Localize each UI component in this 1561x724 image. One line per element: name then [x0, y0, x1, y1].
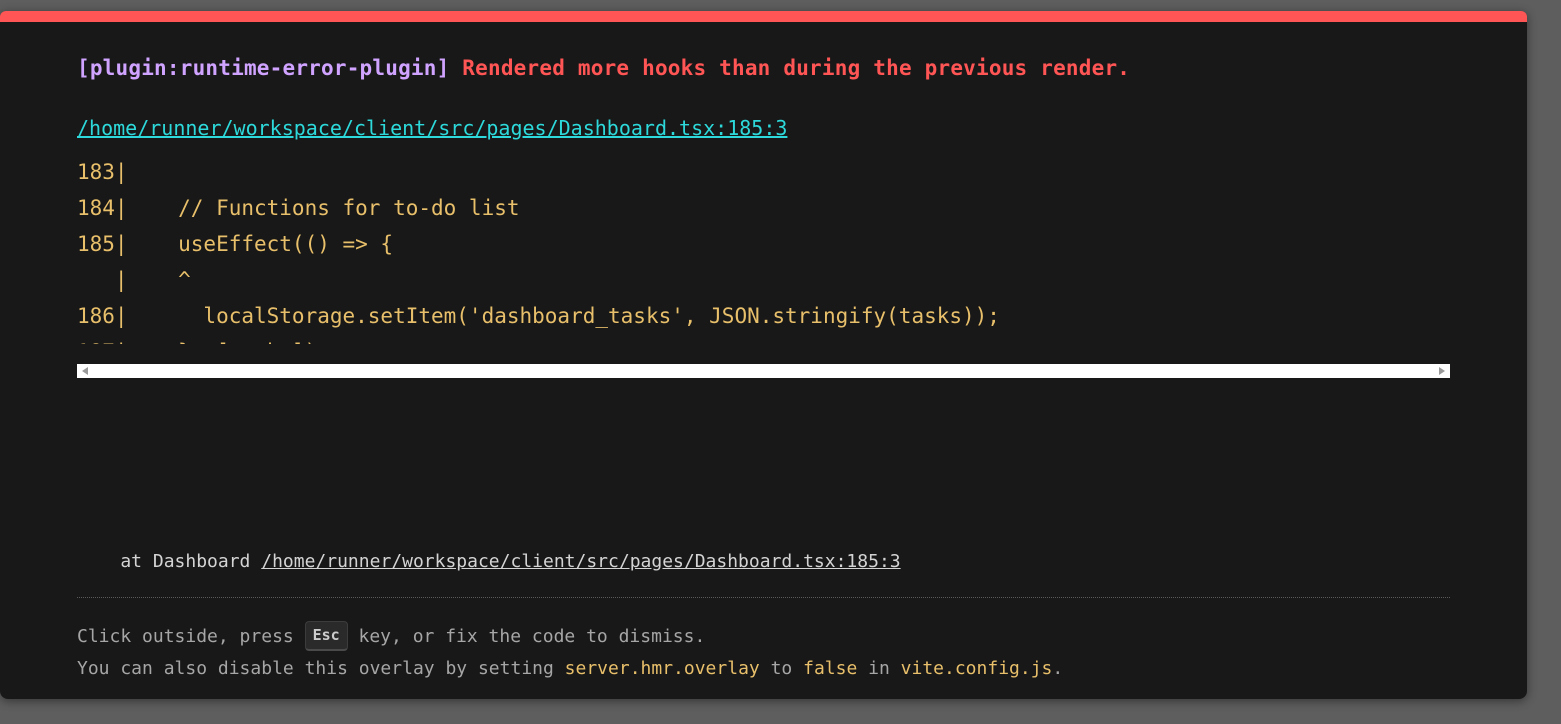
code-line: 187| }, [tasks]); [77, 334, 1450, 344]
dismiss-tip: Click outside, press Esc key, or fix the… [77, 621, 706, 652]
error-message-text: Rendered more hooks than during the prev… [462, 56, 1131, 80]
error-message: [plugin:runtime-error-plugin] Rendered m… [77, 56, 1130, 80]
tip-text: You can also disable this overlay by set… [77, 658, 565, 679]
code-frame: 183| 184| // Functions for to-do list 18… [77, 154, 1450, 344]
disable-overlay-tip: You can also disable this overlay by set… [77, 658, 1063, 679]
code-line: 183| [77, 160, 128, 184]
config-value-code: false [803, 658, 858, 679]
horizontal-scrollbar[interactable] [77, 364, 1450, 378]
code-line: 184| // Functions for to-do list [77, 196, 520, 220]
tip-text: to [759, 658, 804, 679]
config-file-code: vite.config.js [900, 658, 1053, 679]
stack-prefix: at Dashboard [77, 551, 262, 572]
error-overlay[interactable]: [plugin:runtime-error-plugin] Rendered m… [0, 11, 1527, 699]
stack-file-link[interactable]: /home/runner/workspace/client/src/pages/… [261, 551, 900, 572]
plugin-tag: [plugin:runtime-error-plugin] [77, 56, 450, 80]
scroll-left-arrow-icon[interactable] [82, 367, 88, 375]
stack-trace: at Dashboard /home/runner/workspace/clie… [77, 551, 900, 572]
tip-text: Click outside, press [77, 626, 305, 647]
tip-text: key, or fix the code to dismiss. [347, 626, 706, 647]
scroll-right-arrow-icon[interactable] [1439, 367, 1445, 375]
code-line-caret: | ^ [77, 268, 191, 292]
error-file-link[interactable]: /home/runner/workspace/client/src/pages/… [77, 116, 787, 140]
code-line: 185| useEffect(() => { [77, 232, 394, 256]
config-option-code: server.hmr.overlay [564, 658, 760, 679]
tip-text: in [857, 658, 901, 679]
code-line: 186| localStorage.setItem('dashboard_tas… [77, 304, 1000, 328]
tip-text: . [1052, 658, 1064, 679]
divider [77, 597, 1450, 598]
esc-key-badge: Esc [304, 621, 348, 651]
